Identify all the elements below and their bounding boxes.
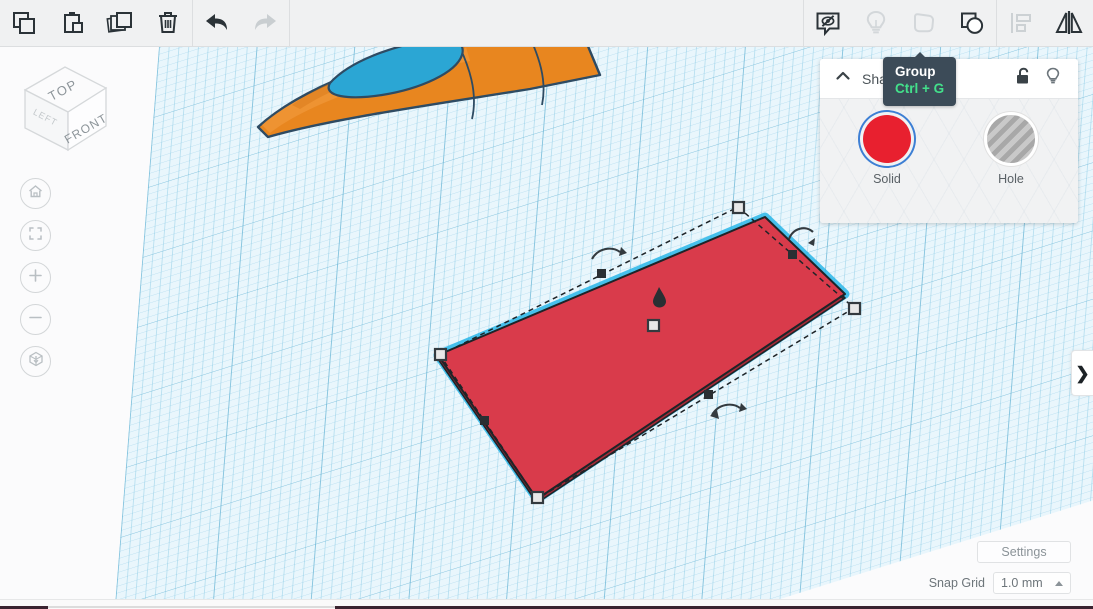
- settings-button[interactable]: Settings: [977, 541, 1071, 563]
- hole-swatch-option[interactable]: Hole: [975, 115, 1047, 186]
- collapse-panel-button[interactable]: [832, 68, 854, 90]
- trash-icon: [154, 9, 182, 37]
- lock-button[interactable]: [1010, 66, 1036, 92]
- lightbulb-icon: [1044, 66, 1062, 92]
- perspective-box-icon: [27, 350, 45, 373]
- redo-button[interactable]: [241, 0, 289, 47]
- tinkercad-editor: TOP FRONT LEFT Solid Hole Group Ctrl + G…: [0, 0, 1093, 609]
- solid-swatch-option[interactable]: Solid: [851, 115, 923, 186]
- hole-swatch[interactable]: [987, 115, 1035, 163]
- ungroup-icon: [957, 8, 987, 38]
- fit-view-button[interactable]: [20, 220, 51, 251]
- scrollbar-track[interactable]: [48, 606, 335, 608]
- paste-icon: [58, 9, 86, 37]
- solid-color-swatch[interactable]: [863, 115, 911, 163]
- 3d-viewport[interactable]: TOP FRONT LEFT Solid Hole Group Ctrl + G…: [0, 47, 1093, 599]
- top-toolbar: [0, 0, 1093, 47]
- align-button[interactable]: [997, 0, 1045, 47]
- delete-button[interactable]: [144, 0, 192, 47]
- lightbulb-icon: [862, 8, 890, 38]
- minus-icon: [27, 309, 44, 331]
- snap-grid-control: Snap Grid 1.0 mm: [929, 572, 1071, 594]
- group-button[interactable]: [900, 0, 948, 47]
- snap-grid-value: 1.0 mm: [1001, 576, 1043, 590]
- ortho-toggle-button[interactable]: [20, 346, 51, 377]
- copy-button[interactable]: [0, 0, 48, 47]
- highlight-button[interactable]: [852, 0, 900, 47]
- redo-icon: [250, 9, 280, 37]
- show-hide-button[interactable]: [804, 0, 852, 47]
- plus-icon: [27, 267, 44, 289]
- panel-highlight-button[interactable]: [1040, 66, 1066, 92]
- horizontal-scrollbar[interactable]: [0, 599, 1093, 609]
- paste-button[interactable]: [48, 0, 96, 47]
- home-view-button[interactable]: [20, 178, 51, 209]
- home-icon: [27, 183, 44, 205]
- ungroup-button[interactable]: [948, 0, 996, 47]
- shape-panel-body: Solid Hole: [820, 99, 1078, 223]
- group-icon: [909, 8, 939, 38]
- undo-button[interactable]: [193, 0, 241, 47]
- panel-expander-button[interactable]: ❯: [1071, 350, 1093, 396]
- chevron-right-icon: ❯: [1075, 363, 1090, 383]
- fit-frame-icon: [27, 225, 44, 247]
- duplicate-button[interactable]: [96, 0, 144, 47]
- zoom-in-button[interactable]: [20, 262, 51, 293]
- undo-icon: [202, 9, 232, 37]
- duplicate-icon: [105, 9, 135, 37]
- toolbar-group-object: [804, 0, 1093, 47]
- mirror-icon: [1053, 8, 1085, 38]
- tooltip-title: Group: [895, 64, 936, 79]
- solid-swatch-label: Solid: [873, 172, 901, 186]
- group-tooltip: Group Ctrl + G: [883, 52, 957, 106]
- toolbar-group-edit: [0, 0, 192, 47]
- hide-eye-icon: [813, 8, 843, 38]
- hole-swatch-label: Hole: [998, 172, 1024, 186]
- copy-icon: [10, 9, 38, 37]
- tooltip-shortcut: Ctrl + G: [895, 81, 945, 96]
- zoom-out-button[interactable]: [20, 304, 51, 335]
- snap-grid-label: Snap Grid: [928, 576, 985, 590]
- chevron-up-icon: [834, 67, 852, 90]
- unlock-icon: [1014, 66, 1032, 91]
- caret-up-icon: [1055, 580, 1063, 586]
- mirror-button[interactable]: [1045, 0, 1093, 47]
- toolbar-group-history: [193, 0, 289, 47]
- view-cube[interactable]: TOP FRONT LEFT: [18, 60, 113, 155]
- settings-button-label: Settings: [1001, 545, 1047, 559]
- align-icon: [1006, 9, 1036, 37]
- snap-grid-select[interactable]: 1.0 mm: [993, 572, 1071, 594]
